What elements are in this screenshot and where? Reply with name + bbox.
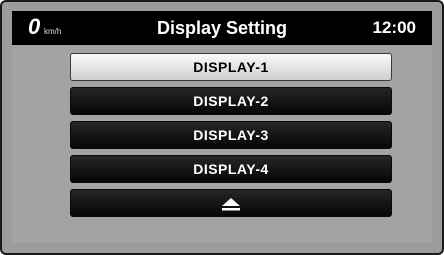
screen: 0 km/h Display Setting 12:00 DISPLAY-1 D… xyxy=(12,11,432,243)
display-4-button[interactable]: DISPLAY-4 xyxy=(70,155,392,183)
display-3-button[interactable]: DISPLAY-3 xyxy=(70,121,392,149)
display-menu: DISPLAY-1 DISPLAY-2 DISPLAY-3 DISPLAY-4 xyxy=(70,53,392,223)
display-2-label: DISPLAY-2 xyxy=(193,93,269,109)
clock: 12:00 xyxy=(372,18,416,37)
display-1-label: DISPLAY-1 xyxy=(193,59,269,75)
up-button[interactable] xyxy=(70,189,392,217)
eject-icon xyxy=(222,198,240,211)
display-4-label: DISPLAY-4 xyxy=(193,161,269,177)
status-bar: 0 km/h Display Setting 12:00 xyxy=(12,11,432,45)
display-2-button[interactable]: DISPLAY-2 xyxy=(70,87,392,115)
display-frame: 0 km/h Display Setting 12:00 DISPLAY-1 D… xyxy=(0,0,444,255)
display-3-label: DISPLAY-3 xyxy=(193,127,269,143)
page-title: Display Setting xyxy=(156,18,288,38)
display-1-button[interactable]: DISPLAY-1 xyxy=(70,53,392,81)
